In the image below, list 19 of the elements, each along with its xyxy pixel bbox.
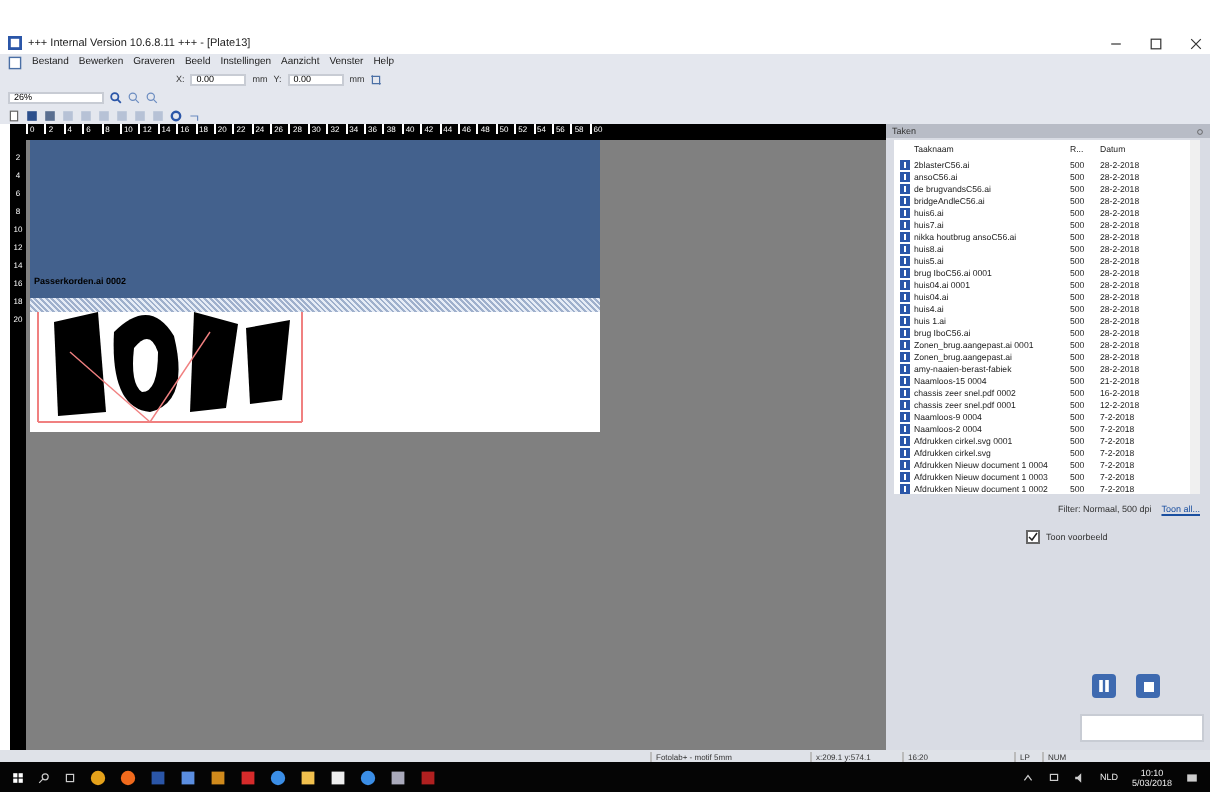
- chevron-up-icon[interactable]: [1021, 771, 1034, 783]
- minimize-icon[interactable]: [1110, 37, 1122, 49]
- speaker-icon[interactable]: [1073, 771, 1086, 783]
- new-file-icon[interactable]: [8, 109, 20, 121]
- pause-button[interactable]: [1092, 674, 1116, 698]
- document-icon[interactable]: [8, 55, 22, 69]
- preview-checkbox[interactable]: [1026, 530, 1040, 544]
- stop-button[interactable]: [1136, 674, 1160, 698]
- search-icon[interactable]: [38, 771, 50, 783]
- maximize-icon[interactable]: [1150, 37, 1162, 49]
- windows-icon[interactable]: [12, 771, 24, 783]
- close-icon[interactable]: [1190, 37, 1202, 49]
- task-view-icon[interactable]: [64, 771, 76, 783]
- stop-icon: [1143, 681, 1153, 691]
- input-field[interactable]: [1080, 714, 1204, 742]
- pause-icon: [1098, 680, 1110, 692]
- crop-icon[interactable]: [370, 73, 383, 85]
- zoom-icon[interactable]: [110, 91, 122, 103]
- scrollbar[interactable]: [1190, 140, 1200, 494]
